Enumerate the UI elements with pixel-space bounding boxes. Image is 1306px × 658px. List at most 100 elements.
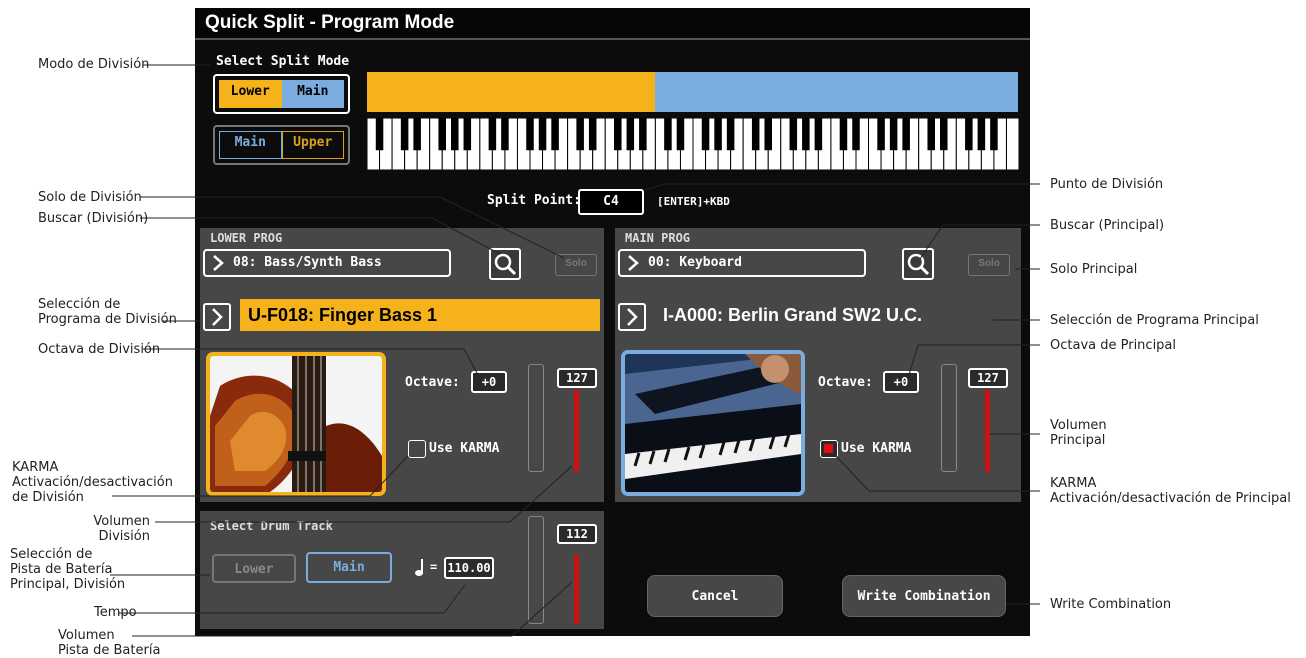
main-octave-label: Octave: [818, 375, 873, 390]
black-key[interactable] [902, 118, 910, 151]
split-mode-label: Select Split Mode [216, 54, 350, 69]
white-key[interactable] [1005, 118, 1019, 170]
lower-search-button[interactable] [489, 248, 521, 280]
annotation-lower-solo: Solo de División [38, 190, 142, 205]
black-key[interactable] [676, 118, 685, 151]
black-key[interactable] [889, 118, 898, 151]
black-key[interactable] [526, 118, 534, 151]
lower-program-name[interactable]: U-F018: Finger Bass 1 [240, 299, 600, 331]
black-key[interactable] [814, 118, 823, 151]
black-key[interactable] [538, 118, 547, 151]
quarter-note-icon [415, 559, 423, 576]
annotation-write: Write Combination [1050, 597, 1172, 612]
main-octave-field[interactable]: +0 [883, 371, 919, 393]
black-key[interactable] [400, 118, 409, 151]
black-key[interactable] [940, 118, 948, 151]
main-karma-label: Use KARMA [841, 441, 912, 456]
annotation-lower-octave: Octava de División [38, 342, 161, 357]
search-icon [907, 253, 930, 276]
main-prog-panel: MAIN PROG 00: Keyboard Solo I-A000: Berl… [615, 228, 1021, 502]
black-key[interactable] [839, 118, 848, 151]
black-key[interactable] [551, 118, 559, 151]
black-key[interactable] [501, 118, 509, 151]
drum-lower-button[interactable]: Lower [212, 554, 296, 583]
annotation-main-program-select: Selección de Programa Principal [1050, 313, 1259, 328]
black-key[interactable] [977, 118, 986, 151]
black-key[interactable] [614, 118, 622, 151]
drum-volume-value: 112 [557, 524, 597, 544]
drum-volume-fader[interactable] [574, 555, 579, 624]
black-key[interactable] [852, 118, 860, 151]
black-key[interactable] [576, 118, 584, 151]
black-key[interactable] [451, 118, 459, 151]
annotation-lower-program-select: Selección de Programa de División [38, 297, 177, 327]
lower-prog-panel: LOWER PROG 08: Bass/Synth Bass Solo U-F0… [200, 228, 604, 502]
chevron-right-icon [213, 255, 224, 271]
lower-program-image [206, 352, 386, 496]
main-search-button[interactable] [902, 248, 934, 280]
black-key[interactable] [802, 118, 810, 151]
chevron-right-icon [212, 308, 223, 326]
main-program-image [621, 350, 805, 496]
split-point-hint: [ENTER]+KBD [657, 195, 730, 208]
main-program-name[interactable]: I-A000: Berlin Grand SW2 U.C. [655, 299, 985, 331]
main-program-select-button[interactable] [618, 303, 646, 331]
drum-main-button[interactable]: Main [306, 552, 392, 583]
lower-solo-button[interactable]: Solo [555, 254, 597, 276]
black-key[interactable] [877, 118, 885, 151]
black-key[interactable] [701, 118, 710, 151]
main-category-select[interactable]: 00: Keyboard [618, 249, 866, 277]
annotation-drum-select: Selección de Pista de Batería Principal, D… [10, 547, 126, 592]
split-point-field[interactable]: C4 [578, 189, 644, 215]
device-screen: Quick Split - Program Mode Select Split … [195, 8, 1030, 636]
lower-volume-fader[interactable] [574, 390, 579, 472]
annotation-main-search: Buscar (Principal) [1050, 218, 1165, 233]
write-combination-button[interactable]: Write Combination [842, 575, 1006, 617]
black-key[interactable] [764, 118, 772, 151]
split-point-label: Split Point: [487, 193, 581, 208]
lower-volume-meter [528, 364, 544, 472]
tempo-field[interactable]: 110.00 [444, 557, 494, 579]
main-solo-button[interactable]: Solo [968, 254, 1010, 276]
chevron-right-icon [627, 308, 638, 326]
drum-track-panel: Select Drum Track Lower Main = 110.00 11… [200, 511, 604, 629]
split-mode-lower-main-button[interactable]: Lower Main [213, 74, 350, 114]
black-key[interactable] [375, 118, 384, 151]
black-key[interactable] [438, 118, 446, 151]
black-key[interactable] [789, 118, 798, 151]
lower-category-text: 08: Bass/Synth Bass [233, 255, 382, 270]
black-key[interactable] [413, 118, 421, 151]
lower-program-select-button[interactable] [203, 303, 231, 331]
annotation-tempo: Tempo [94, 605, 137, 620]
split-mode-main2-label: Main [219, 131, 282, 159]
black-key[interactable] [726, 118, 735, 151]
black-key[interactable] [463, 118, 472, 151]
black-key[interactable] [751, 118, 760, 151]
black-key[interactable] [714, 118, 722, 151]
main-volume-fader[interactable] [985, 390, 990, 472]
keyboard[interactable] [367, 118, 1019, 170]
lower-octave-field[interactable]: +0 [471, 371, 507, 393]
drum-track-header: Select Drum Track [210, 519, 333, 533]
main-karma-checkbox[interactable] [820, 440, 838, 458]
cancel-button[interactable]: Cancel [647, 575, 783, 617]
main-range-bar [655, 72, 1018, 112]
black-key[interactable] [965, 118, 973, 151]
lower-karma-checkbox[interactable] [408, 440, 426, 458]
annotation-lower-volume: Volumen División [93, 514, 150, 544]
annotation-main-octave: Octava de Principal [1050, 338, 1177, 353]
split-mode-main-upper-button[interactable]: Main Upper [213, 125, 350, 165]
black-key[interactable] [664, 118, 672, 151]
black-key[interactable] [927, 118, 935, 151]
drum-volume-meter [528, 516, 544, 624]
bass-guitar-image [210, 356, 382, 492]
black-key[interactable] [588, 118, 597, 151]
black-key[interactable] [488, 118, 497, 151]
lower-category-select[interactable]: 08: Bass/Synth Bass [203, 249, 451, 277]
lower-volume-value: 127 [557, 368, 597, 388]
black-key[interactable] [626, 118, 635, 151]
main-prog-header: MAIN PROG [625, 231, 691, 245]
black-key[interactable] [639, 118, 647, 151]
black-key[interactable] [990, 118, 998, 151]
lower-range-bar [367, 72, 655, 112]
